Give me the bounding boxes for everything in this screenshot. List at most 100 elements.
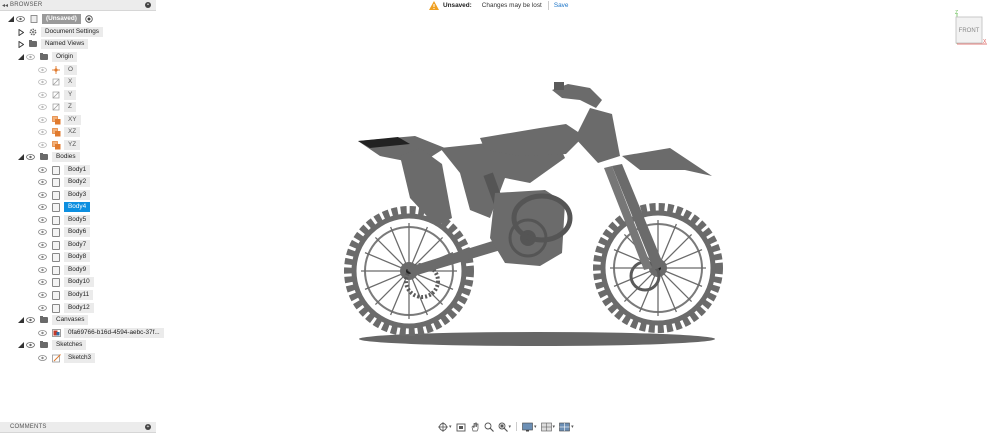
tree-item-sketch[interactable]: Sketch3: [37, 352, 96, 364]
collapse-triangle-icon[interactable]: [16, 151, 25, 163]
body-icon: [51, 176, 61, 188]
visibility-eye-icon[interactable]: [37, 114, 48, 126]
axis-icon: [51, 76, 61, 88]
visibility-eye-icon[interactable]: [15, 13, 26, 25]
grid-icon: [540, 422, 552, 431]
viewports-button[interactable]: ▾: [558, 421, 575, 433]
visibility-eye-icon[interactable]: [37, 239, 48, 251]
tree-item-canvases[interactable]: Canvases: [16, 314, 89, 326]
origin-point-icon: [51, 64, 61, 76]
tree-label: Sketches: [52, 340, 87, 350]
tree-item-bodies[interactable]: Bodies: [16, 151, 80, 163]
browser-header[interactable]: ◂◂ BROWSER •: [0, 0, 156, 11]
visibility-eye-icon[interactable]: [37, 302, 48, 314]
visibility-eye-icon[interactable]: [37, 164, 48, 176]
tree-item-body[interactable]: Body8: [37, 251, 91, 263]
body-icon: [51, 302, 61, 314]
collapse-triangle-icon[interactable]: [16, 314, 25, 326]
visibility-eye-icon[interactable]: [37, 176, 48, 188]
tree-item-plane-yz[interactable]: YZ: [37, 139, 81, 151]
visibility-eye-icon[interactable]: [37, 251, 48, 263]
tree-item-body[interactable]: Body5: [37, 214, 91, 226]
folder-icon: [39, 51, 49, 63]
tree-item-axis-z[interactable]: Z: [37, 101, 76, 113]
visibility-eye-icon[interactable]: [25, 339, 36, 351]
save-link[interactable]: Save: [554, 2, 569, 9]
activate-radio-icon[interactable]: [84, 13, 94, 25]
tree-item-axis-y[interactable]: Y: [37, 89, 77, 101]
tree-item-origin-point[interactable]: O: [37, 64, 77, 76]
body-icon: [51, 239, 61, 251]
motorcycle-model[interactable]: [340, 78, 735, 350]
tree-item-axis-x[interactable]: X: [37, 76, 77, 88]
pan-button[interactable]: [469, 421, 481, 433]
visibility-eye-icon[interactable]: [25, 151, 36, 163]
tree-root[interactable]: (Unsaved): [6, 13, 94, 25]
tree-item-body[interactable]: Body1: [37, 164, 91, 176]
visibility-eye-icon[interactable]: [37, 226, 48, 238]
collapse-panel-icon[interactable]: ◂◂: [0, 2, 10, 9]
add-comment-icon[interactable]: +: [145, 424, 151, 430]
tree-item-named-views[interactable]: Named Views: [16, 38, 89, 50]
tree-item-body[interactable]: Body9: [37, 264, 91, 276]
tree-item-plane-xz[interactable]: XZ: [37, 126, 81, 138]
tree-item-body[interactable]: Body11: [37, 289, 94, 301]
tree-item-body[interactable]: Body3: [37, 189, 91, 201]
visibility-eye-icon[interactable]: [37, 276, 48, 288]
visibility-eye-icon[interactable]: [37, 101, 48, 113]
warning-icon: [429, 1, 439, 10]
visibility-eye-icon[interactable]: [37, 352, 48, 364]
canvas-image-icon: [51, 327, 61, 339]
collapse-triangle-icon[interactable]: [16, 339, 25, 351]
visibility-eye-icon[interactable]: [37, 264, 48, 276]
expand-triangle-icon[interactable]: [16, 26, 25, 38]
tree-item-body[interactable]: Body2: [37, 176, 91, 188]
tree-item-body-selected[interactable]: Body4: [37, 201, 91, 213]
tree-label: Body2: [64, 177, 91, 187]
panel-options-icon[interactable]: •: [145, 2, 151, 8]
tree-item-plane-xy[interactable]: XY: [37, 114, 81, 126]
zoom-button[interactable]: [483, 421, 495, 433]
tree-item-canvas[interactable]: 0fa69766-b16d-4594-aebc-37f...: [37, 327, 164, 339]
tree-item-body[interactable]: Body7: [37, 239, 91, 251]
grid-snaps-button[interactable]: ▾: [540, 421, 557, 433]
pan-hand-icon: [471, 422, 478, 431]
display-settings-icon: [522, 422, 533, 431]
comments-header[interactable]: COMMENTS +: [0, 422, 156, 433]
expand-triangle-icon[interactable]: [6, 13, 15, 25]
look-at-button[interactable]: [455, 421, 467, 433]
tree-label: Z: [64, 102, 76, 112]
visibility-eye-icon[interactable]: [37, 201, 48, 213]
fit-button[interactable]: ▾: [497, 421, 513, 433]
tree-label: Body1: [64, 165, 91, 175]
tree-label: XZ: [64, 127, 81, 137]
display-settings-button[interactable]: ▾: [521, 421, 538, 433]
visibility-eye-icon[interactable]: [25, 314, 36, 326]
tree-label: Body8: [64, 252, 91, 262]
expand-triangle-icon[interactable]: [16, 38, 25, 50]
tree-item-body[interactable]: Body6: [37, 226, 91, 238]
tree-item-origin[interactable]: Origin: [16, 51, 78, 63]
visibility-eye-icon[interactable]: [37, 214, 48, 226]
visibility-eye-icon[interactable]: [37, 189, 48, 201]
body-icon: [51, 201, 61, 213]
visibility-eye-icon[interactable]: [37, 327, 48, 339]
tree-label: Named Views: [41, 39, 89, 49]
collapse-triangle-icon[interactable]: [16, 51, 25, 63]
orbit-button[interactable]: ▾: [437, 421, 453, 433]
root-label[interactable]: (Unsaved): [42, 14, 81, 24]
tree-item-body[interactable]: Body12: [37, 302, 94, 314]
tree-label: Body6: [64, 227, 91, 237]
view-cube[interactable]: Z X FRONT: [951, 10, 987, 46]
visibility-eye-icon[interactable]: [25, 51, 36, 63]
visibility-eye-icon[interactable]: [37, 89, 48, 101]
plane-icon: [51, 126, 61, 138]
visibility-eye-icon[interactable]: [37, 126, 48, 138]
tree-item-sketches[interactable]: Sketches: [16, 339, 87, 351]
visibility-eye-icon[interactable]: [37, 289, 48, 301]
visibility-eye-icon[interactable]: [37, 64, 48, 76]
tree-item-document-settings[interactable]: Document Settings: [16, 26, 103, 38]
tree-item-body[interactable]: Body10: [37, 276, 94, 288]
visibility-eye-icon[interactable]: [37, 139, 48, 151]
visibility-eye-icon[interactable]: [37, 76, 48, 88]
